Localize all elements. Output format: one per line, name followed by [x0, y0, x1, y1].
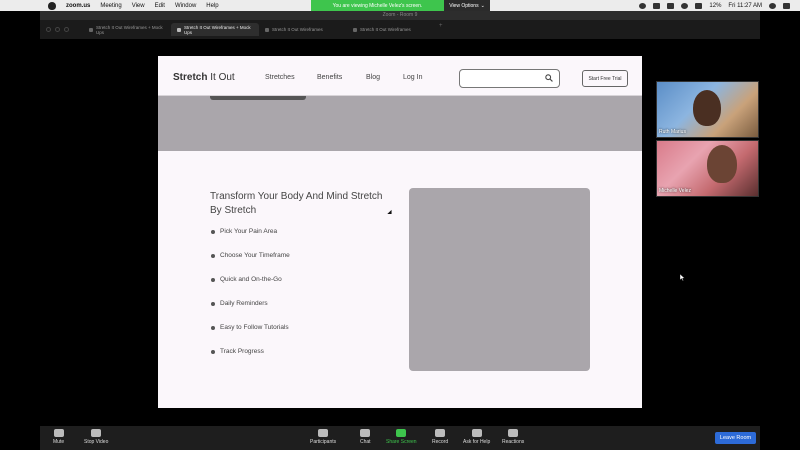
tab-favicon-icon [353, 27, 357, 32]
browser-tab[interactable]: Stretch It Out Wireframes [347, 23, 435, 36]
wifi-icon[interactable] [681, 2, 689, 9]
tabs: Stretch It Out Wireframes + Mock Ups Str… [83, 23, 443, 36]
participant-face [693, 90, 721, 126]
menu-app[interactable]: zoom.us [66, 3, 90, 9]
view-options-button[interactable]: View Options ⌄ [444, 0, 490, 11]
search-icon[interactable] [769, 2, 776, 9]
list-item: Choose Your Timeframe [210, 252, 290, 276]
stop-video-label: Stop Video [84, 439, 109, 445]
logo-bold: Stretch [173, 72, 208, 83]
logo-rest: It Out [207, 72, 235, 83]
nav-login[interactable]: Log In [403, 74, 422, 81]
website-mockup: Stretch It Out Stretches Benefits Blog L… [158, 56, 642, 408]
section-heading: Transform Your Body And Mind Stretch By … [210, 191, 383, 216]
participant-face [707, 145, 737, 183]
participants-label: Participants [310, 439, 337, 445]
share-screen-button[interactable]: Share Screen [386, 429, 417, 445]
window-controls [46, 27, 69, 32]
list-item: Pick Your Pain Area [210, 228, 290, 252]
menu-edit[interactable]: Edit [155, 3, 165, 9]
leave-room-button[interactable]: Leave Room [715, 432, 756, 444]
hero-button[interactable] [210, 96, 306, 100]
tab-label: Stretch It Out Wireframes + Mock Ups [183, 24, 251, 35]
participant-name: Michelle Velez [659, 188, 691, 194]
chat-icon [360, 429, 371, 437]
battery-percent[interactable]: 12% [709, 3, 721, 9]
mute-label: Mute [53, 439, 65, 445]
list-item: Daily Reminders [210, 300, 290, 324]
reactions-button[interactable]: Reactions [502, 429, 524, 445]
participant-name: Ruth Marius [659, 129, 686, 135]
stop-video-button[interactable]: Stop Video [84, 429, 108, 445]
site-logo[interactable]: Stretch It Out [173, 72, 235, 83]
menu-list-icon[interactable] [783, 2, 790, 9]
close-window-icon[interactable] [46, 27, 51, 32]
screen-share-banner: You are viewing Michelle Velez's screen.… [311, 0, 490, 11]
participant-video-tile[interactable]: Michelle Velez [656, 140, 759, 197]
share-screen-label: Share Screen [386, 439, 417, 445]
help-icon [471, 429, 482, 437]
tab-label: Stretch It Out Wireframes + Mock Ups [95, 24, 163, 35]
chat-label: Chat [360, 439, 371, 445]
microphone-icon [53, 429, 64, 437]
participants-icon [318, 429, 329, 437]
chevron-down-icon: ⌄ [480, 2, 485, 9]
list-item: Quick and On-the-Go [210, 276, 290, 300]
camera-icon [91, 429, 102, 437]
share-screen-icon [396, 429, 407, 437]
nav-blog[interactable]: Blog [366, 74, 380, 81]
tab-favicon-icon [265, 27, 269, 32]
chat-button[interactable]: Chat [360, 429, 371, 445]
tab-label: Stretch It Out Wireframes [360, 27, 411, 32]
site-header: Stretch It Out Stretches Benefits Blog L… [158, 56, 642, 96]
new-tab-icon[interactable]: + [439, 23, 443, 36]
maximize-window-icon[interactable] [64, 27, 69, 32]
window-title: Zoom - Room 9 [40, 11, 760, 20]
participant-video-tile[interactable]: Ruth Marius [656, 81, 759, 138]
search-icon[interactable] [545, 74, 553, 82]
status-area: 12% Fri 11:27 AM [639, 0, 790, 11]
menu-window[interactable]: Window [175, 3, 196, 9]
browser-tab-strip: Stretch It Out Wireframes + Mock Ups Str… [40, 20, 760, 39]
browser-tab[interactable]: Stretch It Out Wireframes [259, 23, 347, 36]
tab-favicon-icon [177, 27, 181, 32]
minimize-window-icon[interactable] [55, 27, 60, 32]
browser-tab[interactable]: Stretch It Out Wireframes + Mock Ups [83, 23, 171, 36]
start-free-trial-button[interactable]: Start Free Trial [582, 70, 628, 87]
ask-for-help-button[interactable]: Ask for Help [463, 429, 490, 445]
menu-help[interactable]: Help [206, 3, 218, 9]
ask-for-help-label: Ask for Help [463, 439, 491, 445]
reactions-label: Reactions [502, 439, 525, 445]
browser-tab-active[interactable]: Stretch It Out Wireframes + Mock Ups [171, 23, 259, 36]
mouse-cursor-icon [680, 274, 685, 281]
record-label: Record [432, 439, 449, 445]
image-placeholder [409, 188, 590, 371]
tab-favicon-icon [89, 27, 93, 32]
reactions-icon [508, 429, 519, 437]
mute-button[interactable]: Mute [53, 429, 64, 445]
list-item: Track Progress [210, 348, 290, 372]
meeting-toolbar: Mute Stop Video Participants Chat Share … [40, 426, 760, 450]
clock[interactable]: Fri 11:27 AM [728, 3, 762, 9]
nav-benefits[interactable]: Benefits [317, 74, 342, 81]
record-button[interactable]: Record [432, 429, 448, 445]
hero-banner [158, 96, 642, 151]
bluetooth-icon[interactable] [667, 2, 675, 9]
view-options-label: View Options [449, 2, 479, 9]
zoom-status-icon[interactable] [639, 2, 647, 9]
dropbox-icon[interactable] [653, 2, 661, 9]
menu-view[interactable]: View [132, 3, 145, 9]
feature-list: Pick Your Pain Area Choose Your Timefram… [210, 228, 290, 372]
apple-icon[interactable] [48, 1, 56, 10]
list-item: Easy to Follow Tutorials [210, 324, 290, 348]
share-status-text: You are viewing Michelle Velez's screen. [311, 0, 444, 11]
menu-meeting[interactable]: Meeting [100, 3, 121, 9]
record-icon [435, 429, 446, 437]
participants-button[interactable]: Participants [310, 429, 336, 445]
nav-stretches[interactable]: Stretches [265, 74, 295, 81]
tab-label: Stretch It Out Wireframes [272, 27, 323, 32]
search-input[interactable] [459, 69, 560, 88]
volume-icon[interactable] [695, 2, 703, 9]
